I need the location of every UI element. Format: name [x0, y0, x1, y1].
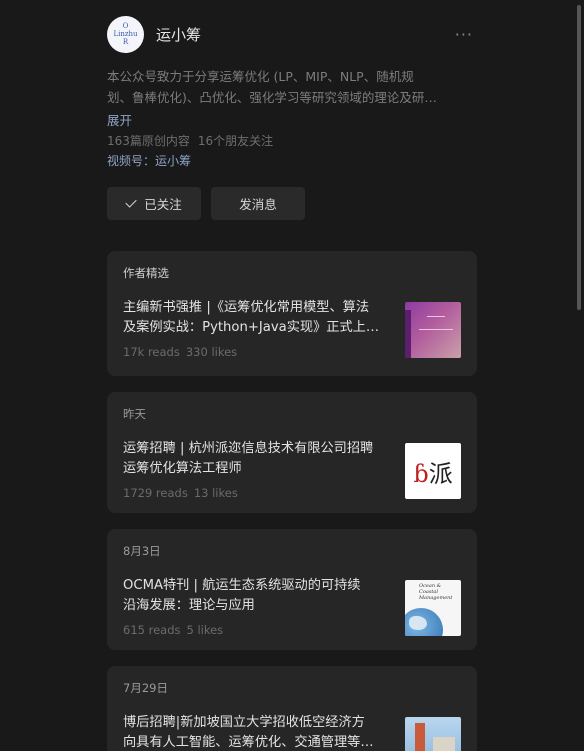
expand-link[interactable]: 展开: [107, 110, 132, 129]
scrollbar[interactable]: [577, 5, 581, 310]
article-card[interactable]: 7月29日 博后招聘|新加坡国立大学招收低空经济方 向具有人工智能、运筹优化、交…: [107, 666, 477, 751]
avatar-text-2: Linzhu: [113, 30, 138, 38]
account-description: 本公众号致力于分享运筹优化 (LP、MIP、NLP、随机规 划、鲁棒优化)、凸优…: [107, 66, 477, 108]
followed-button[interactable]: 已关注: [107, 187, 201, 220]
article-title[interactable]: OCMA特刊 | 航运生态系统驱动的可持续 沿海发展：理论与应用: [123, 576, 391, 616]
pai-logo: ɓ派: [413, 454, 452, 489]
account-stats: 163篇原创内容 16个朋友关注: [107, 132, 273, 149]
account-name: 运小筹: [156, 25, 202, 44]
description-line: 本公众号致力于分享运筹优化 (LP、MIP、NLP、随机规: [107, 69, 414, 84]
like-count: 13 likes: [193, 486, 238, 500]
article-thumbnail[interactable]: [405, 717, 461, 751]
friends-following: 16个朋友关注: [197, 134, 274, 148]
message-label: 发消息: [239, 197, 277, 212]
book-cover-line: [419, 329, 453, 330]
read-count: 615 reads: [123, 623, 181, 637]
article-title-line: OCMA特刊 | 航运生态系统驱动的可持续: [123, 578, 361, 593]
avatar[interactable]: O Linzhu R: [107, 15, 144, 53]
article-meta: 17k reads 330 likes: [123, 345, 237, 359]
article-title-line: 运筹优化算法工程师: [123, 461, 242, 476]
article-title[interactable]: 运筹招聘 | 杭州派迩信息技术有限公司招聘 运筹优化算法工程师: [123, 439, 391, 479]
account-header: O Linzhu R 运小筹 ···: [107, 15, 477, 53]
send-message-button[interactable]: 发消息: [211, 187, 305, 220]
card-date: 昨天: [123, 407, 146, 421]
card-date: 8月3日: [123, 544, 161, 558]
card-date: 7月29日: [123, 681, 168, 695]
original-count: 163篇原创内容: [107, 134, 190, 148]
article-title[interactable]: 博后招聘|新加坡国立大学招收低空经济方 向具有人工智能、运筹优化、交通管理等…: [123, 713, 391, 751]
article-card[interactable]: 作者精选 主编新书强推 |《运筹优化常用模型、算法 及案例实战：Python+J…: [107, 251, 477, 376]
journal-title: Ocean & Coastal Management: [419, 583, 453, 601]
book-cover-line: [427, 316, 445, 317]
avatar-text-3: R: [122, 38, 129, 46]
building-image: [415, 723, 425, 751]
article-title-line: 运筹招聘 | 杭州派迩信息技术有限公司招聘: [123, 441, 374, 456]
like-count: 5 likes: [186, 623, 224, 637]
article-card[interactable]: 8月3日 OCMA特刊 | 航运生态系统驱动的可持续 沿海发展：理论与应用 61…: [107, 529, 477, 650]
article-thumbnail[interactable]: [405, 302, 461, 358]
article-card[interactable]: 昨天 运筹招聘 | 杭州派迩信息技术有限公司招聘 运筹优化算法工程师 1729 …: [107, 392, 477, 513]
article-title[interactable]: 主编新书强推 |《运筹优化常用模型、算法 及案例实战：Python+Java实现…: [123, 298, 391, 338]
more-options-icon[interactable]: ···: [455, 25, 473, 44]
article-title-line: 向具有人工智能、运筹优化、交通管理等…: [123, 735, 374, 750]
logo-text: 派: [428, 459, 453, 488]
followed-label: 已关注: [144, 197, 182, 212]
globe-image: [405, 608, 443, 636]
article-title-line: 及案例实战：Python+Java实现》正式上…: [123, 320, 380, 335]
article-title-line: 博后招聘|新加坡国立大学招收低空经济方: [123, 715, 365, 730]
building-image: [433, 737, 455, 751]
check-icon: [125, 196, 137, 208]
channel-link[interactable]: 视频号：运小筹: [107, 152, 191, 169]
avatar-text-1: O: [122, 22, 129, 30]
article-thumbnail[interactable]: Ocean & Coastal Management: [405, 580, 461, 636]
card-label: 作者精选: [123, 266, 169, 280]
description-line: 划、鲁棒优化)、凸优化、强化学习等研究领域的理论及研…: [107, 90, 437, 105]
article-title-line: 沿海发展：理论与应用: [123, 598, 255, 613]
like-count: 330 likes: [185, 345, 238, 359]
article-title-line: 主编新书强推 |《运筹优化常用模型、算法: [123, 300, 370, 315]
article-meta: 615 reads 5 likes: [123, 623, 223, 637]
read-count: 1729 reads: [123, 486, 188, 500]
article-thumbnail[interactable]: ɓ派: [405, 443, 461, 499]
read-count: 17k reads: [123, 345, 180, 359]
logo-mark: ɓ: [413, 459, 429, 488]
article-meta: 1729 reads 13 likes: [123, 486, 238, 500]
